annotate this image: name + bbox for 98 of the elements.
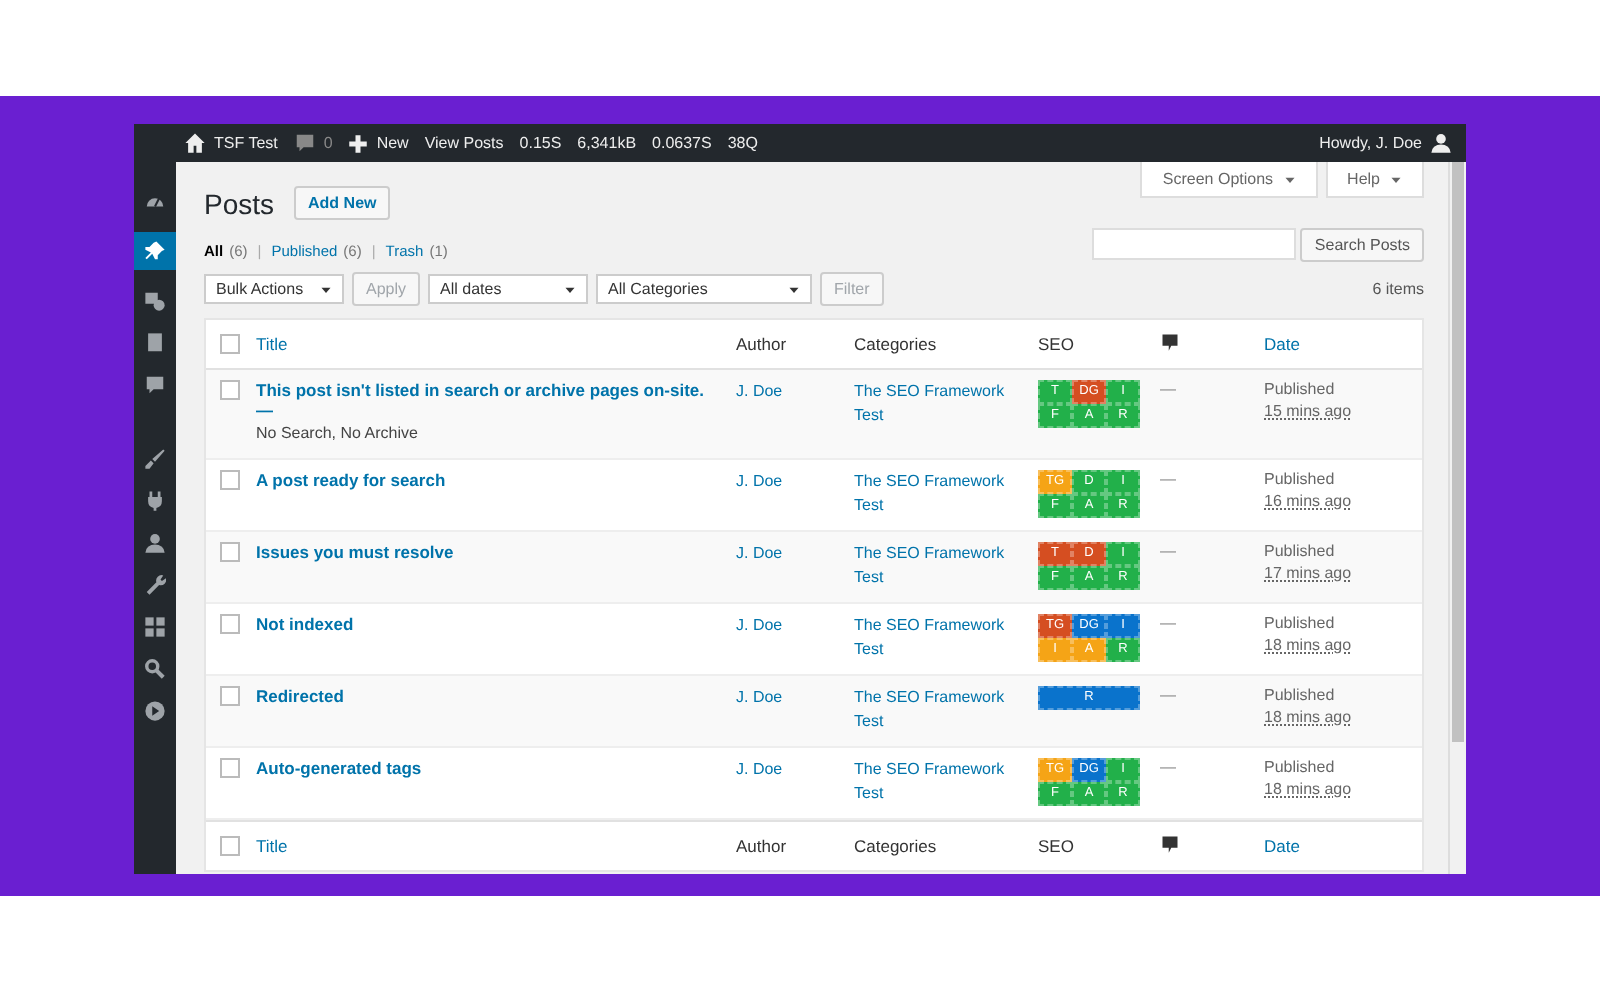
author-link[interactable]: J. Doe (736, 470, 854, 494)
column-header: Author (736, 334, 789, 354)
author-link[interactable]: J. Doe (736, 614, 854, 638)
category-link[interactable]: The SEO Framework Test (854, 470, 1038, 518)
grid-icon[interactable] (144, 616, 166, 638)
column-header[interactable]: Title (256, 334, 736, 354)
help-button[interactable]: Help (1325, 162, 1424, 198)
post-title-link[interactable]: A post ready for search (256, 470, 724, 490)
category-link[interactable]: The SEO Framework Test (854, 542, 1038, 590)
caret-icon[interactable] (564, 283, 577, 295)
checkbox[interactable] (220, 380, 240, 400)
caret-icon[interactable] (788, 283, 801, 295)
post-title-link[interactable]: Not indexed (256, 614, 724, 634)
caret-icon[interactable] (320, 283, 332, 295)
post-date: 16 mins ago (1264, 492, 1354, 510)
post-date: 18 mins ago (1264, 636, 1354, 654)
search-posts-button[interactable]: Search Posts (1300, 228, 1424, 262)
pushpin-icon[interactable] (144, 240, 166, 262)
post-date: 18 mins ago (1264, 708, 1354, 726)
plug-icon[interactable] (144, 490, 166, 512)
search-field[interactable] (1092, 228, 1297, 260)
debug-stat[interactable]: 38Q (727, 134, 758, 152)
column-header: SEO (1038, 836, 1076, 856)
person-icon[interactable] (144, 532, 166, 554)
dropdown[interactable]: All Categories (596, 274, 813, 304)
add-new-button[interactable]: Add New (294, 186, 391, 220)
speech-bubble-icon[interactable] (144, 374, 166, 396)
post-date: 15 mins ago (1264, 402, 1354, 420)
checkbox[interactable] (220, 470, 240, 490)
author-link[interactable]: J. Doe (736, 758, 854, 782)
comment-count: — (1160, 540, 1178, 560)
post-status: Published (1264, 380, 1337, 398)
column-header[interactable]: Title (256, 836, 736, 856)
column-header: SEO (1038, 334, 1076, 354)
checkbox[interactable] (220, 542, 240, 562)
checkbox[interactable] (220, 614, 240, 634)
post-title-link[interactable]: Issues you must resolve (256, 542, 724, 562)
comment-count: — (1160, 756, 1178, 776)
column-header[interactable]: Date (1264, 836, 1422, 856)
search-icon[interactable] (144, 658, 166, 680)
comment-count: — (1160, 612, 1178, 632)
caret-icon[interactable] (1283, 173, 1296, 185)
category-link[interactable]: The SEO Framework Test (854, 380, 1038, 428)
speech-bubble-icon[interactable] (1160, 332, 1180, 352)
post-status: Published (1264, 758, 1337, 776)
view-posts-link[interactable]: View Posts (424, 134, 504, 152)
post-status: Published (1264, 614, 1337, 632)
checkbox[interactable] (220, 836, 240, 856)
author-link[interactable]: J. Doe (736, 686, 854, 710)
dropdown[interactable]: All dates (428, 274, 589, 304)
scrollbar[interactable] (1448, 162, 1466, 874)
post-title-link[interactable]: This post isn't listed in search or archive pages on-site. — (256, 380, 724, 420)
play-icon[interactable] (144, 700, 166, 722)
checkbox[interactable] (220, 686, 240, 706)
checkbox[interactable] (220, 758, 240, 778)
page-title: Posts (204, 187, 275, 219)
post-title-link[interactable]: Redirected (256, 686, 724, 706)
media-icon[interactable] (144, 290, 166, 312)
debug-stat[interactable]: 0.0637S (652, 134, 712, 152)
caret-icon[interactable] (1390, 173, 1402, 185)
column-header[interactable]: Date (1264, 334, 1422, 354)
account-link[interactable]: Howdy, J. Doe (1319, 132, 1452, 154)
comments-link[interactable]: 0 (293, 132, 333, 154)
dropdown[interactable]: Bulk Actions (204, 274, 344, 304)
item-count: 6 items (1372, 280, 1424, 298)
post-date: 18 mins ago (1264, 780, 1354, 798)
post-status: Published (1264, 470, 1337, 488)
column-header: Author (736, 836, 789, 856)
comment-count: — (1160, 684, 1178, 704)
post-state: No Search, No Archive (256, 424, 420, 442)
scrollbar-thumb[interactable] (1452, 162, 1464, 742)
checkbox[interactable] (220, 334, 240, 354)
comment-count: — (1160, 468, 1178, 488)
category-link[interactable]: The SEO Framework Test (854, 758, 1038, 806)
author-link[interactable]: J. Doe (736, 542, 854, 566)
site-link[interactable]: TSF Test (184, 132, 278, 154)
plus-icon[interactable] (348, 133, 369, 153)
post-title-link[interactable]: Auto-generated tags (256, 758, 724, 778)
category-link[interactable]: The SEO Framework Test (854, 686, 1038, 734)
person-icon[interactable] (1430, 132, 1452, 154)
post-status: Published (1264, 542, 1337, 560)
page-icon[interactable] (144, 332, 166, 354)
comment-count: — (1160, 378, 1178, 398)
sidebar-item[interactable] (134, 232, 176, 270)
column-header: Categories (854, 836, 939, 856)
category-link[interactable]: The SEO Framework Test (854, 614, 1038, 662)
home-icon[interactable] (184, 132, 206, 154)
post-date: 17 mins ago (1264, 564, 1354, 582)
post-status: Published (1264, 686, 1337, 704)
screen-options-button[interactable]: Screen Options (1140, 162, 1318, 198)
wrench-icon[interactable] (144, 574, 166, 596)
speech-bubble-icon[interactable] (1160, 834, 1180, 854)
brush-icon[interactable] (144, 448, 166, 470)
debug-stat[interactable]: 0.15S (519, 134, 562, 152)
column-header: Categories (854, 334, 939, 354)
debug-stat[interactable]: 6,341kB (577, 134, 637, 152)
new-link[interactable]: New (348, 133, 409, 153)
author-link[interactable]: J. Doe (736, 380, 854, 404)
